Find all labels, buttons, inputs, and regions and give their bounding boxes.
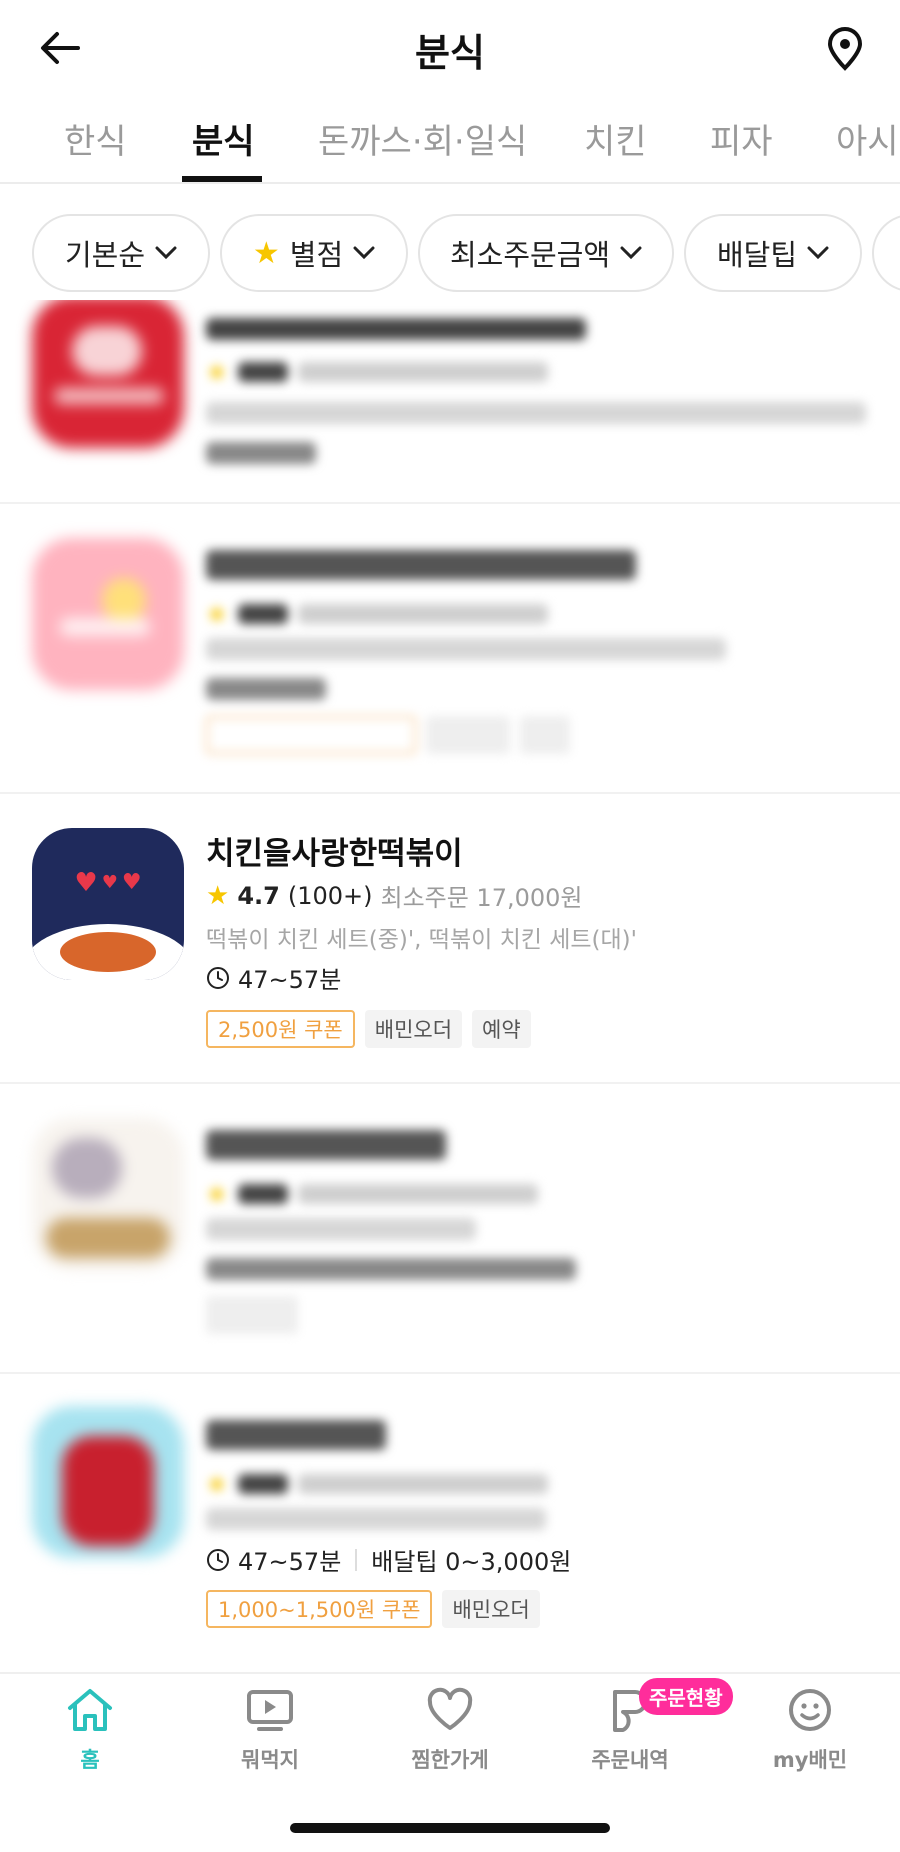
nav-label: 홈 (80, 1748, 100, 1772)
store-list: ★ ★ ♥ ♥ ♥ 치킨을사랑한떡볶이 ★ 4.7 (100+) 최소주문 17… (0, 300, 900, 1670)
home-icon (68, 1689, 112, 1731)
chevron-down-icon (620, 246, 642, 260)
store-item[interactable]: ★ 47~57분 배달팁 0~3,000원 1,000~1,500원 쿠폰 배민… (0, 1374, 900, 1670)
filter-delivery-tip[interactable]: 배달팁 (684, 214, 862, 292)
filter-label: 최소주문금액 (449, 238, 611, 272)
reservation-badge: 예약 (472, 1010, 531, 1048)
logo-heart-icon: ♥ (101, 872, 118, 893)
tab-chicken[interactable]: 치킨 (584, 114, 647, 163)
clock-icon (207, 966, 229, 989)
store-time-blurred (206, 678, 326, 700)
clock-icon (207, 1548, 229, 1571)
coupon-badge: 1,000~1,500원 쿠폰 (206, 1590, 433, 1628)
store-menu-blurred (206, 1508, 546, 1530)
tab-asian[interactable]: 아시 (836, 114, 899, 163)
store-thumbnail (32, 1406, 184, 1558)
store-meta-blurred: ★ (206, 600, 548, 628)
star-icon: ★ (252, 235, 280, 271)
store-delivery-tip: 배달팁 0~3,000원 (371, 1548, 572, 1576)
store-meta-blurred: ★ (206, 1180, 538, 1208)
location-pin-icon (827, 27, 863, 71)
store-delivery-time: 47~57분 배달팁 0~3,000원 (206, 1542, 571, 1577)
store-time-text: 47~57분 (238, 966, 342, 994)
filter-label: 별점 (289, 238, 344, 272)
store-menu-blurred (206, 402, 866, 424)
logo-heart-icon: ♥ (121, 870, 142, 895)
location-button[interactable] (820, 24, 870, 74)
store-badges: 1,000~1,500원 쿠폰 배민오더 (206, 1590, 540, 1628)
store-menu: 떡볶이 치킨 세트(중)', 떡볶이 치킨 세트(대)' (206, 927, 637, 953)
nav-label: 주문내역 (591, 1748, 669, 1772)
store-thumbnail: ♥ ♥ ♥ (32, 828, 184, 980)
nav-home[interactable]: 홈 (15, 1686, 165, 1774)
store-menu-blurred (206, 1218, 476, 1240)
store-time-blurred (206, 442, 316, 464)
filter-default-sort[interactable]: 기본순 (32, 214, 210, 292)
order-badge: 배민오더 (442, 1590, 540, 1628)
nav-label: 찜한가게 (411, 1748, 489, 1772)
store-name-blurred (206, 1130, 446, 1160)
store-badge-blurred (206, 1296, 298, 1334)
store-rating: 4.7 (237, 881, 280, 910)
store-meta-blurred: ★ (206, 1470, 548, 1498)
divider (355, 1548, 358, 1571)
tab-bunsik[interactable]: 분식 (192, 114, 255, 163)
store-name: 치킨을사랑한떡볶이 (206, 836, 463, 872)
store-name-blurred (206, 318, 586, 340)
filter-bar: 기본순 ★ 별점 최소주문금액 배달팁 (0, 214, 900, 294)
logo-heart-icon: ♥ (74, 868, 98, 898)
active-tab-indicator (182, 176, 262, 182)
order-badge: 배민오더 (364, 1010, 463, 1048)
chevron-down-icon (807, 246, 829, 260)
filter-more[interactable] (872, 214, 900, 292)
chevron-down-icon (155, 246, 177, 260)
store-meta-blurred: ★ (206, 358, 548, 386)
filter-label: 기본순 (64, 238, 146, 272)
heart-icon (427, 1687, 473, 1730)
store-menu-blurred (206, 638, 726, 660)
play-icon (247, 1690, 293, 1731)
filter-label: 배달팁 (716, 238, 798, 272)
home-indicator (290, 1823, 610, 1833)
category-tabs: 한식 분식 돈까스·회·일식 치킨 피자 아시 (0, 104, 900, 184)
filter-min-order[interactable]: 최소주문금액 (418, 214, 674, 292)
nav-favorites[interactable]: 찜한가게 (375, 1686, 525, 1774)
store-time-blurred (206, 1258, 576, 1280)
tab-korean[interactable]: 한식 (64, 114, 127, 163)
store-item[interactable]: ★ (0, 300, 900, 504)
store-min-order: 최소주문 17,000원 (380, 884, 583, 912)
star-icon: ★ (206, 880, 230, 911)
store-review-count: (100+) (287, 881, 373, 910)
store-time-text: 47~57분 (238, 1548, 342, 1576)
nav-order-history[interactable]: 주문내역 주문현황 (555, 1678, 733, 1774)
store-meta: ★ 4.7 (100+) 최소주문 17,000원 (206, 878, 583, 913)
store-thumbnail (32, 300, 184, 448)
store-badges-blurred (206, 716, 570, 754)
nav-my-baemin[interactable]: my배민 (735, 1686, 885, 1774)
nav-what-to-eat[interactable]: 뭐먹지 (195, 1686, 345, 1774)
store-name-blurred (206, 1420, 386, 1450)
filter-rating[interactable]: ★ 별점 (220, 214, 408, 292)
store-badges: 2,500원 쿠폰 배민오더 예약 (206, 1010, 531, 1048)
tab-japanese[interactable]: 돈까스·회·일식 (318, 114, 527, 163)
store-delivery-time: 47~57분 (206, 960, 341, 995)
store-thumbnail (32, 538, 184, 690)
page-title: 분식 (415, 31, 485, 75)
order-status-badge: 주문현황 (639, 1678, 733, 1715)
coupon-badge: 2,500원 쿠폰 (206, 1010, 355, 1048)
top-bar: 분식 (0, 0, 900, 100)
store-thumbnail (32, 1118, 184, 1270)
store-item[interactable]: ★ (0, 1084, 900, 1374)
store-item[interactable]: ★ (0, 504, 900, 794)
store-item[interactable]: ♥ ♥ ♥ 치킨을사랑한떡볶이 ★ 4.7 (100+) 최소주문 17,000… (0, 794, 900, 1084)
smile-icon (789, 1689, 831, 1731)
nav-label: my배민 (772, 1748, 848, 1772)
store-name-blurred (206, 550, 636, 580)
nav-label: 뭐먹지 (241, 1748, 299, 1772)
chevron-down-icon (353, 246, 375, 260)
tab-pizza[interactable]: 피자 (710, 114, 773, 163)
